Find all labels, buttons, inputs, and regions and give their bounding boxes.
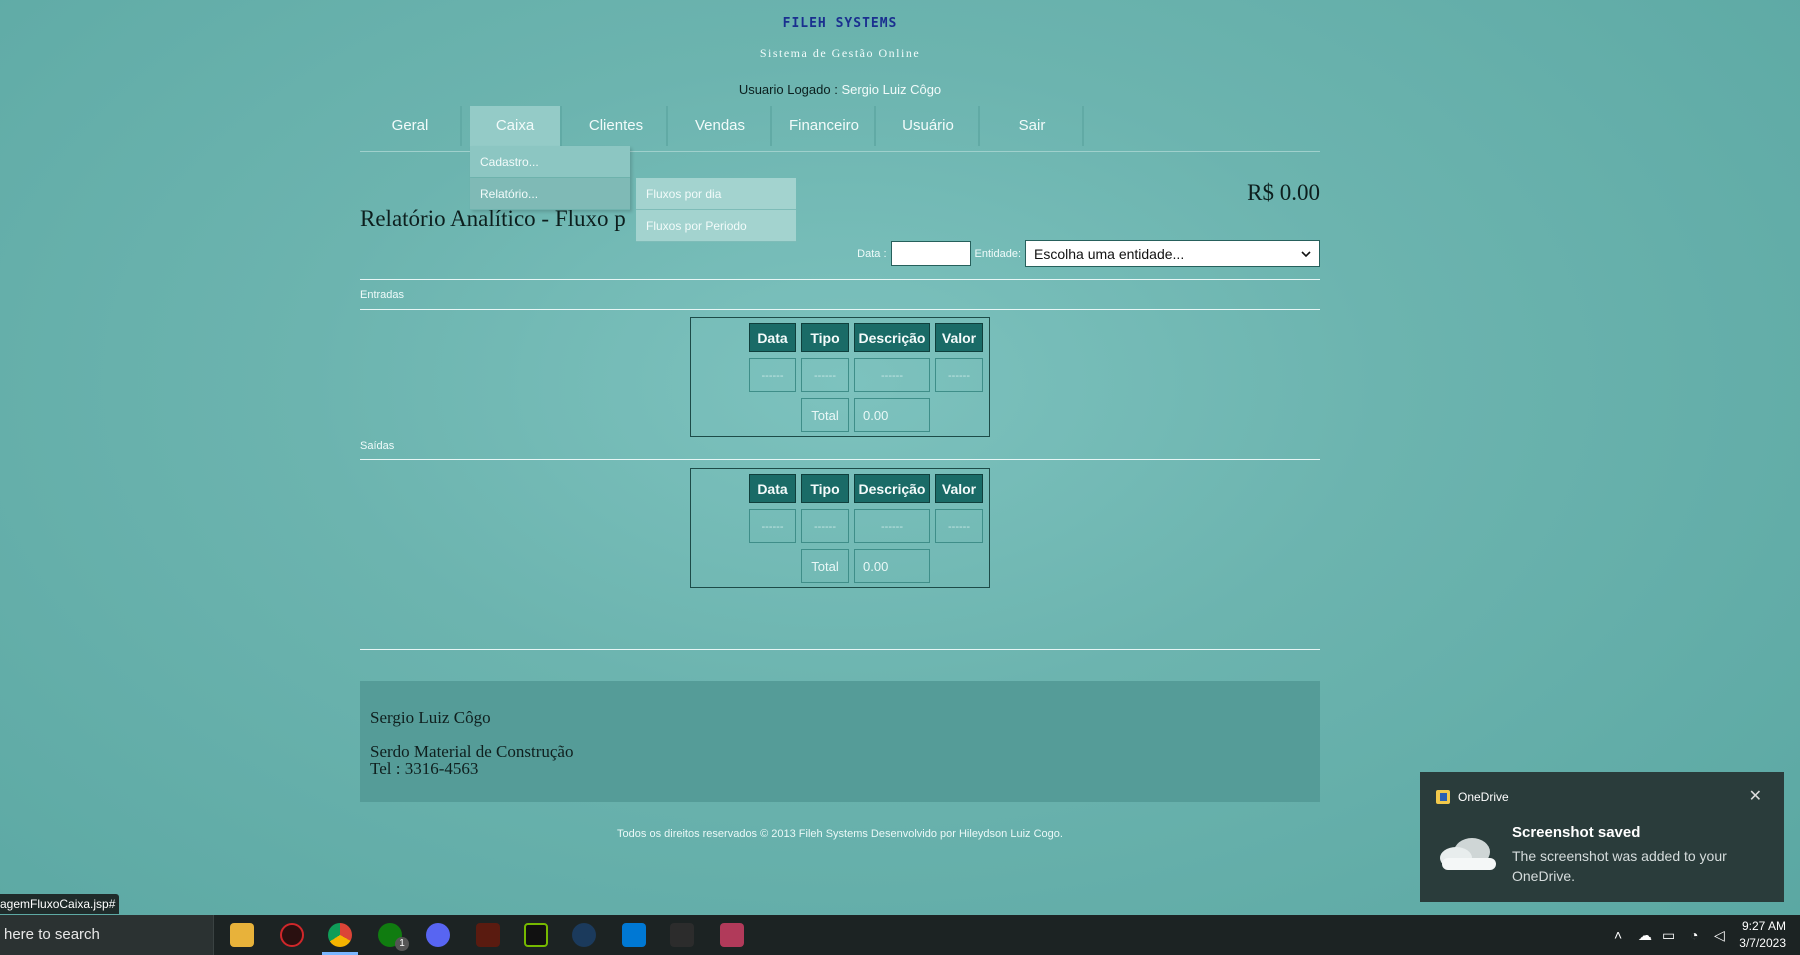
date-input[interactable]	[890, 241, 971, 266]
nav-item-caixa[interactable]: Caixa	[470, 106, 562, 146]
col-header-descricao: Descrição	[854, 323, 930, 352]
close-icon[interactable]: ✕	[1749, 786, 1762, 806]
menu-item-cadastro[interactable]: Cadastro...	[470, 146, 630, 178]
footer-name: Sergio Luiz Côgo	[370, 708, 491, 727]
app-pink-icon[interactable]	[720, 923, 744, 947]
col-header-descricao: Descrição	[854, 474, 930, 503]
nav-item-geral[interactable]: Geral	[360, 106, 462, 146]
logged-user: Usuario Logado : Sergio Luiz Côgo	[360, 82, 1320, 97]
footer-info: Sergio Luiz Côgo Serdo Material de Const…	[360, 681, 1320, 802]
divider	[360, 649, 1320, 650]
nav-item-vendas[interactable]: Vendas	[670, 106, 772, 146]
saidas-table: Data Tipo Descrição Valor ------ ------ …	[690, 468, 990, 588]
total-label: Total	[801, 549, 849, 583]
divider	[360, 279, 1320, 280]
table-cell: ------	[854, 509, 930, 543]
table-cell: ------	[854, 358, 930, 392]
entity-label: Entidade:	[974, 247, 1021, 260]
col-header-valor: Valor	[935, 474, 983, 503]
section-label-saidas: Saídas	[360, 440, 395, 452]
table-cell: ------	[935, 358, 983, 392]
col-header-data: Data	[749, 323, 796, 352]
clock-time: 9:27 AM	[1741, 919, 1786, 933]
page-container: FILEH SYSTEMS Sistema de Gestão Online U…	[360, 0, 1320, 895]
nav-item-financeiro[interactable]: Financeiro	[774, 106, 876, 146]
menu-item-fluxos-por-periodo[interactable]: Fluxos por Periodo	[636, 210, 796, 242]
brand-title: FILEH SYSTEMS	[782, 16, 898, 31]
col-header-valor: Valor	[935, 323, 983, 352]
taskbar-clock[interactable]: 9:27 AM 3/7/2023	[1739, 918, 1786, 952]
table-cell: ------	[749, 509, 796, 543]
steam-icon[interactable]	[572, 923, 596, 947]
discord-icon[interactable]	[426, 923, 450, 947]
entradas-table: Data Tipo Descrição Valor ------ ------ …	[690, 317, 990, 437]
total-amount: R$ 0.00	[1247, 180, 1320, 205]
tagline: Sistema de Gestão Online	[759, 46, 921, 60]
col-header-data: Data	[749, 474, 796, 503]
nav-item-sair[interactable]: Sair	[982, 106, 1084, 146]
copyright: Todos os direitos reservados © 2013 File…	[617, 828, 1063, 840]
table-cell: ------	[935, 509, 983, 543]
onedrive-tray-icon[interactable]: ☁	[1638, 915, 1652, 955]
taskbar-search[interactable]: here to search	[0, 915, 214, 955]
relatorio-submenu: Fluxos por dia Fluxos por Periodo	[636, 178, 796, 242]
vscode-icon[interactable]	[622, 923, 646, 947]
col-header-tipo: Tipo	[801, 323, 849, 352]
total-label: Total	[801, 398, 849, 432]
chevron-up-icon[interactable]: ˄	[1614, 915, 1622, 955]
date-label: Data :	[857, 247, 887, 260]
wifi-icon[interactable]: ◔	[1690, 915, 1698, 955]
footer-phone: Tel : 3316-4563	[370, 759, 479, 778]
entity-select[interactable]: Escolha uma entidade...	[1025, 240, 1320, 267]
chrome-icon[interactable]	[328, 923, 352, 947]
toast-app-name: OneDrive	[1458, 790, 1509, 804]
logged-user-name: Sergio Luiz Côgo	[841, 82, 942, 97]
taskbar: here to search 1 ˄ ☁ ▭ ◔ ◁ 9:27 AM 3/7/2…	[0, 915, 1800, 955]
total-value: 0.00	[854, 398, 930, 432]
divider	[360, 459, 1320, 460]
section-label-entradas: Entradas	[360, 289, 405, 301]
cloud-icon	[1440, 838, 1496, 870]
menu-item-fluxos-por-dia[interactable]: Fluxos por dia	[636, 178, 796, 210]
menu-item-relatorio[interactable]: Relatório...	[470, 178, 630, 210]
toast-title: Screenshot saved	[1512, 824, 1641, 841]
logged-user-label: Usuario Logado :	[738, 82, 842, 97]
footer-company: Serdo Material de Construção	[370, 742, 574, 761]
onedrive-app-icon	[1436, 790, 1450, 804]
status-bar-url: agemFluxoCaixa.jsp#	[0, 894, 120, 914]
total-value: 0.00	[854, 549, 930, 583]
caixa-dropdown: Cadastro... Relatório...	[470, 146, 630, 210]
table-cell: ------	[801, 509, 849, 543]
volume-icon[interactable]: ◁	[1714, 915, 1725, 955]
chevron-down-icon	[1301, 250, 1311, 257]
table-cell: ------	[749, 358, 796, 392]
file-explorer-icon[interactable]	[230, 923, 254, 947]
onedrive-toast[interactable]: OneDrive ✕ Screenshot saved The screensh…	[1420, 772, 1784, 902]
nav-item-clientes[interactable]: Clientes	[566, 106, 668, 146]
filter-bar: Data : Entidade: Escolha uma entidade...	[857, 240, 1320, 267]
app-red-icon[interactable]	[280, 923, 304, 947]
game-controller-icon[interactable]	[670, 923, 694, 947]
xbox-badge: 1	[395, 937, 409, 951]
entity-select-value: Escolha uma entidade...	[1034, 245, 1185, 262]
nvidia-icon[interactable]	[524, 923, 548, 947]
nav-item-usuario[interactable]: Usuário	[878, 106, 980, 146]
col-header-tipo: Tipo	[801, 474, 849, 503]
divider	[360, 309, 1320, 310]
battery-icon[interactable]: ▭	[1662, 915, 1675, 955]
table-cell: ------	[801, 358, 849, 392]
toast-body: The screenshot was added to your OneDriv…	[1512, 848, 1727, 884]
game-icon[interactable]	[476, 923, 500, 947]
toast-app: OneDrive	[1436, 790, 1509, 804]
clock-date: 3/7/2023	[1739, 936, 1786, 950]
